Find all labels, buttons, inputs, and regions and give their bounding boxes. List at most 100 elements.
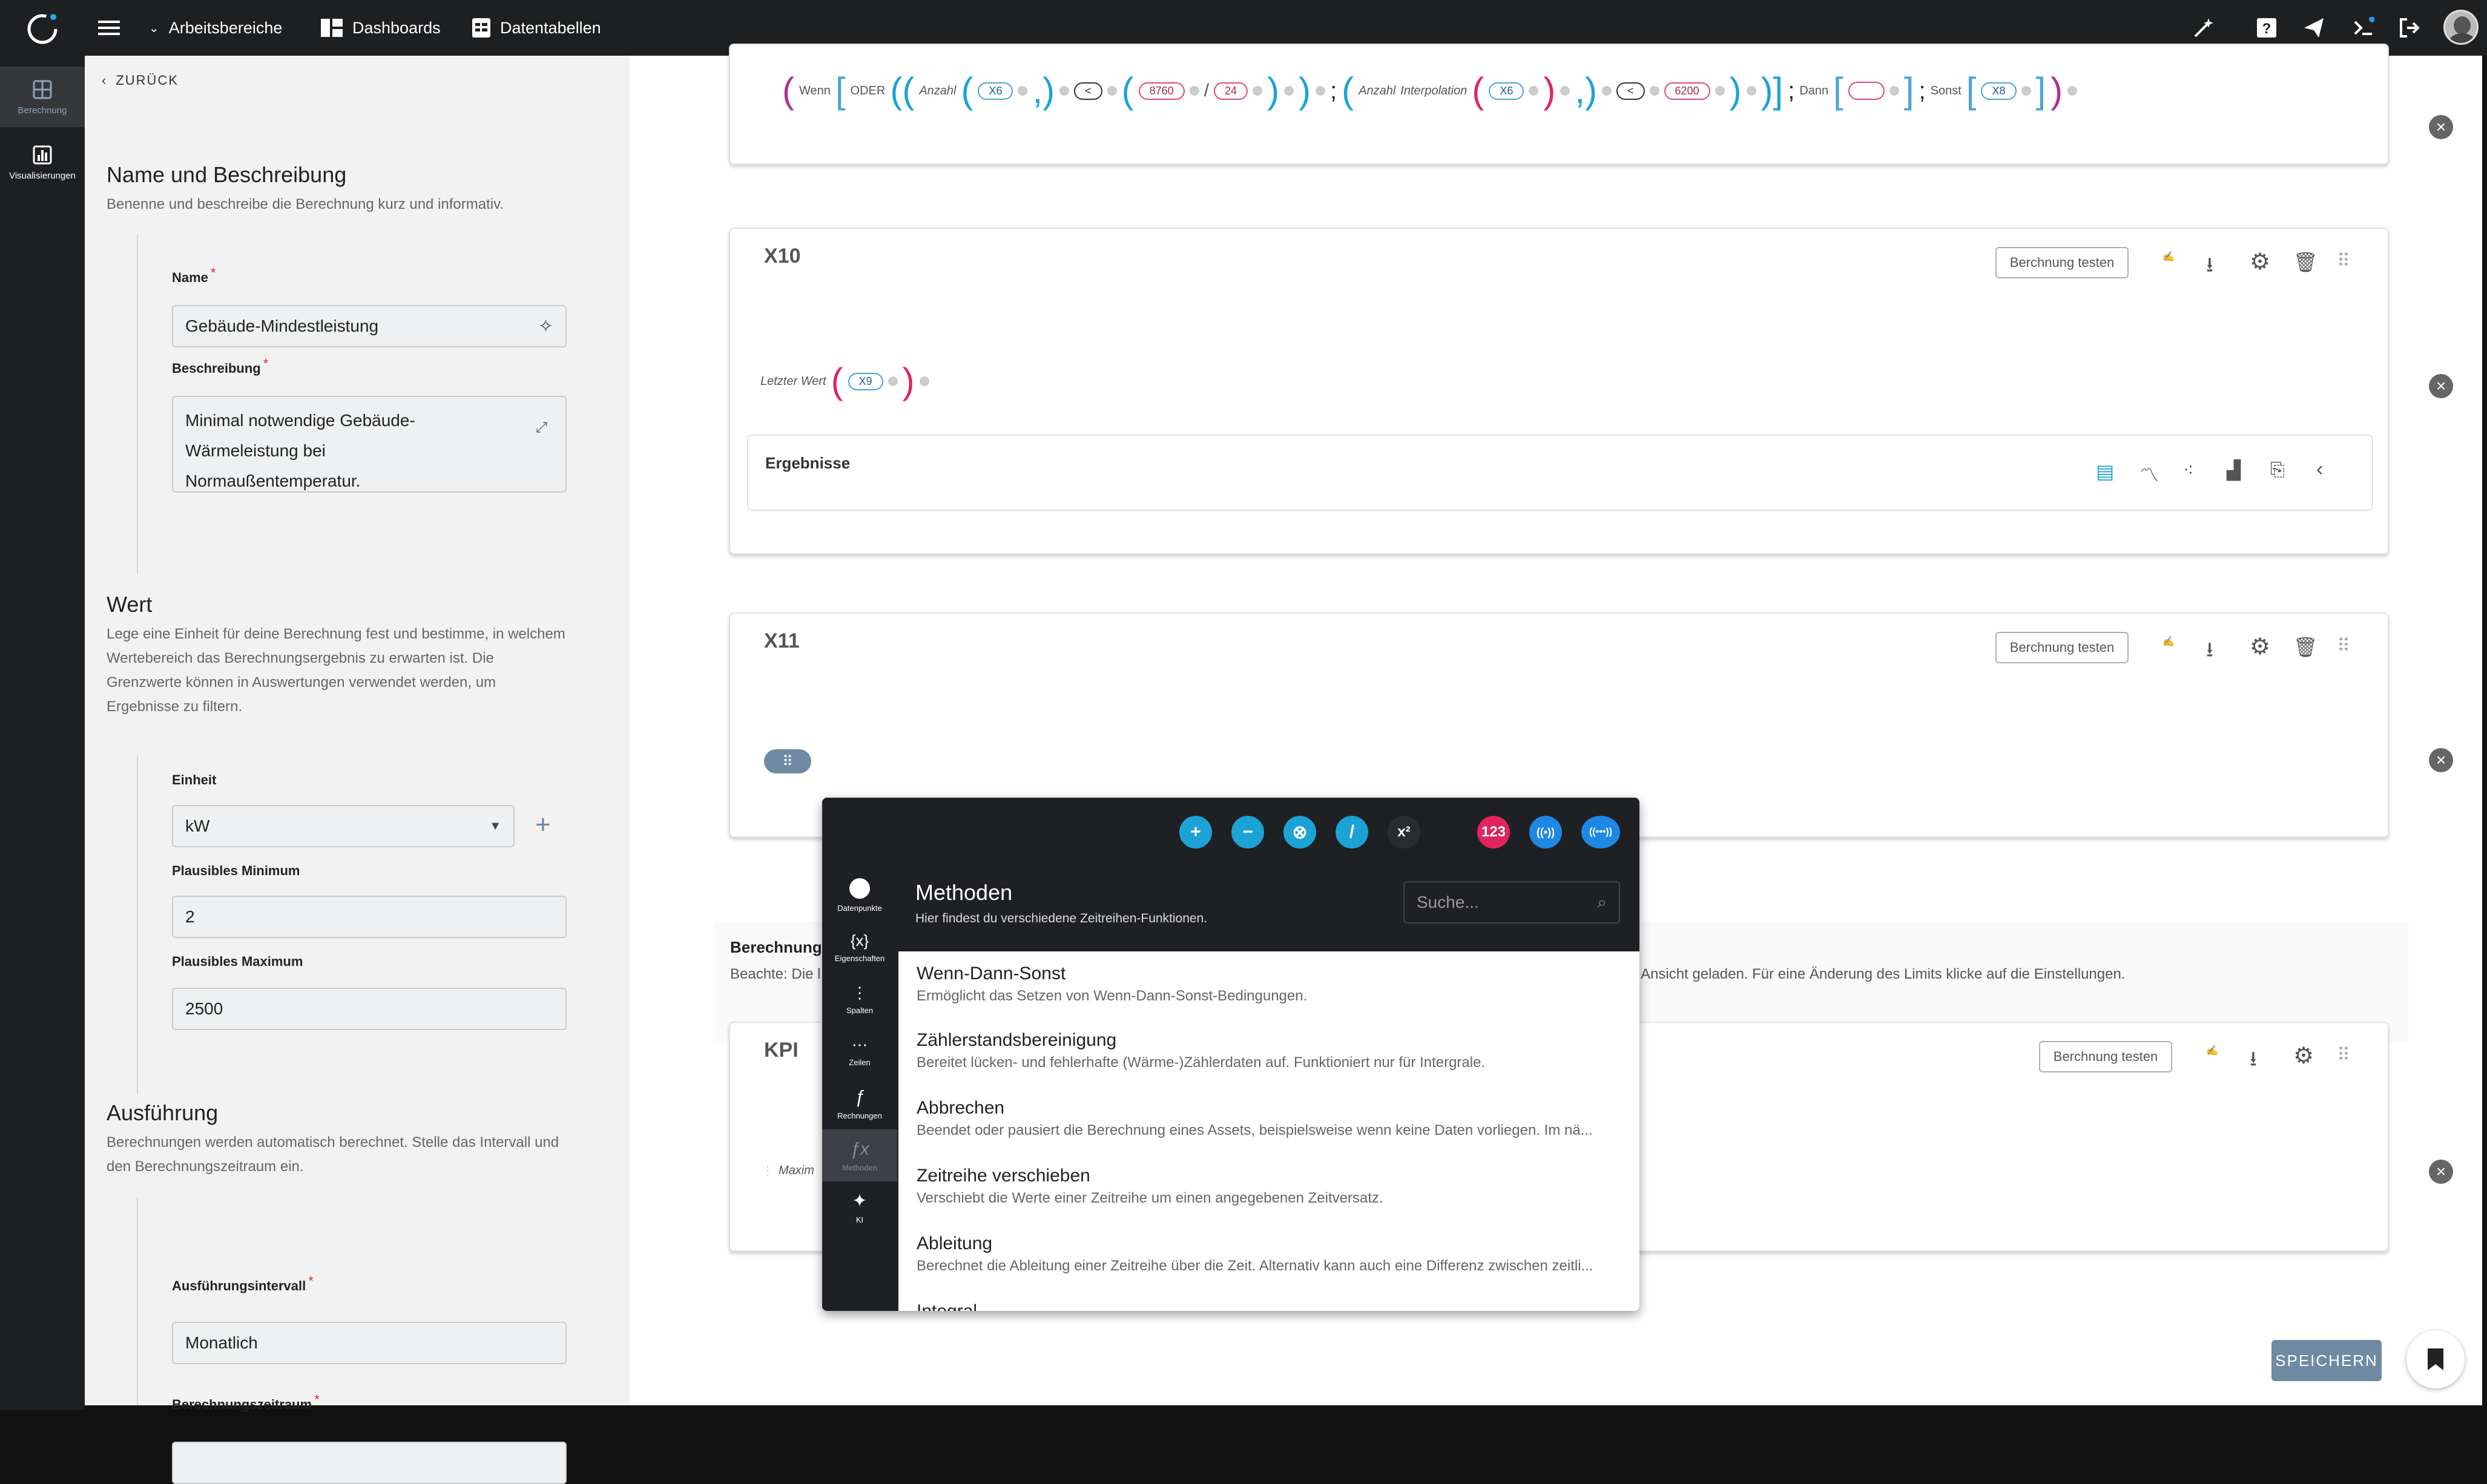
signal-button[interactable]: ((•)) — [1529, 816, 1562, 849]
datatables-link[interactable]: Datentabellen — [472, 0, 601, 56]
list-item[interactable]: Ableitung Berechnet die Ableitung einer … — [898, 1223, 1639, 1290]
drag-handle-icon[interactable]: ⠿ — [2337, 1045, 2361, 1069]
trash-icon[interactable]: 🗑 — [2293, 251, 2318, 275]
logout-icon[interactable] — [2399, 17, 2420, 39]
bar-chart-icon[interactable]: ▟ — [2227, 460, 2251, 484]
test-calculation-button[interactable]: Berchnung testen — [1995, 632, 2129, 663]
drag-handle-icon[interactable]: ⠿ — [2337, 251, 2361, 275]
formula-pill[interactable]: X6 — [1489, 82, 1524, 100]
datapoint-icon — [849, 878, 870, 899]
sparkle-icon[interactable]: ✧ — [538, 316, 553, 337]
remove-icon[interactable]: × — [2429, 1160, 2453, 1184]
description-field[interactable]: Minimal notwendige Gebäude- Wärmeleistun… — [172, 396, 567, 493]
trash-icon[interactable]: 🗑 — [2293, 635, 2318, 660]
rail-item-visualisierungen[interactable]: Visualisierungen — [0, 132, 85, 192]
popup-rail-eigenschaften[interactable]: {x} Eigenschaften — [822, 921, 897, 973]
min-field[interactable]: 2 — [172, 896, 567, 938]
formula-pill[interactable]: < — [1074, 82, 1102, 100]
remove-icon[interactable]: × — [2429, 748, 2453, 772]
gear-icon[interactable]: ⚙ — [2293, 1042, 2317, 1069]
rail-item-berechnung[interactable]: Berechnung — [0, 67, 85, 127]
menu-button[interactable] — [98, 0, 120, 56]
app-logo-icon[interactable] — [23, 8, 62, 47]
test-calculation-button[interactable]: Berchnung testen — [1995, 247, 2129, 278]
workspaces-label: Arbeitsbereiche — [168, 18, 283, 37]
popup-rail-ki[interactable]: ✦ KI — [822, 1181, 897, 1233]
expand-icon[interactable]: ⤢ — [536, 413, 547, 443]
formula-pill[interactable]: < — [1616, 82, 1645, 100]
help-icon[interactable]: ? — [2256, 17, 2278, 39]
list-item[interactable]: Wenn-Dann-Sonst Ermöglicht das Setzen vo… — [898, 951, 1639, 1019]
export-icon[interactable]: ⎘ — [2270, 460, 2294, 484]
formula-pill[interactable]: X9 — [848, 372, 883, 390]
formula-token: ; — [1330, 77, 1337, 104]
item-description: Bereitet lücken- und fehlerhafte (Wärme-… — [917, 1054, 1486, 1071]
workspaces-menu[interactable]: ⌄ Arbeitsbereiche — [149, 0, 282, 56]
terminal-icon[interactable] — [2353, 17, 2374, 39]
table-icon — [472, 18, 490, 38]
add-unit-button[interactable]: + — [535, 810, 551, 840]
name-label: Name * — [172, 265, 216, 285]
gear-icon[interactable]: ⚙ — [2250, 633, 2274, 660]
name-field[interactable]: Gebäude-Mindestleistung ✧ — [172, 305, 567, 347]
divider — [137, 1197, 138, 1405]
empty-slot[interactable] — [1848, 82, 1885, 100]
list-item[interactable]: Integral — [898, 1290, 1639, 1311]
magic-wand-icon[interactable] — [2193, 17, 2215, 39]
list-item[interactable]: Abbrechen Beendet oder pausiert die Bere… — [898, 1087, 1639, 1155]
multiply-button[interactable]: ⊗ — [1283, 816, 1316, 849]
popup-rail-datenpunkte[interactable]: Datenpunkte — [822, 869, 897, 921]
calc-card-x10: X10 Berchnung testen ✍ ⭳ ⚙ 🗑 ⠿ Letzter W… — [729, 228, 2453, 554]
popup-rail-zeilen[interactable]: ⋯ Zeilen — [822, 1025, 897, 1077]
multi-signal-button[interactable]: ((•••)) — [1581, 816, 1620, 849]
plus-button[interactable]: + — [1179, 816, 1212, 849]
download-icon[interactable]: ⭳ — [2250, 1045, 2274, 1071]
comment-icon[interactable]: ✍ — [2206, 1045, 2230, 1069]
download-icon[interactable]: ⭳ — [2206, 251, 2230, 277]
download-icon[interactable]: ⭳ — [2206, 635, 2230, 662]
number-button[interactable]: 123 — [1477, 816, 1510, 849]
search-input[interactable]: Suche... ⌕ — [1403, 881, 1620, 924]
popup-rail-rechnungen[interactable]: ƒ Rechnungen — [822, 1077, 897, 1129]
gear-icon[interactable]: ⚙ — [2250, 248, 2274, 275]
remove-icon[interactable]: × — [2429, 374, 2453, 398]
popup-rail-methoden[interactable]: ƒx Methoden — [822, 1129, 897, 1181]
test-calculation-button[interactable]: Berchnung testen — [2039, 1041, 2172, 1072]
max-field[interactable]: 2500 — [172, 988, 567, 1030]
section-subtitle: Wertebereich das Berechnungsergebnis zu … — [107, 650, 494, 666]
list-item[interactable]: Zählerstandsbereinigung Bereitet lücken-… — [898, 1019, 1639, 1087]
popup-rail-spalten[interactable]: ⋮ Spalten — [822, 973, 897, 1025]
formula-pill[interactable]: 24 — [1214, 82, 1248, 100]
power-button[interactable]: x² — [1388, 816, 1420, 849]
scatter-icon[interactable]: ⁖ — [2183, 460, 2207, 484]
dashboards-link[interactable]: Dashboards — [321, 0, 441, 56]
fx-icon: ƒx — [850, 1138, 869, 1159]
item-title: Abbrechen — [917, 1098, 1005, 1118]
unit-select[interactable]: kW ▼ — [172, 805, 515, 847]
send-icon[interactable] — [2303, 17, 2325, 39]
formula-pill[interactable]: 8760 — [1138, 82, 1185, 100]
comment-icon[interactable]: ✍ — [2163, 251, 2187, 275]
save-button[interactable]: SPEICHERN — [2271, 1340, 2382, 1381]
formula-pill[interactable]: X6 — [978, 82, 1013, 100]
function-icon: ƒ — [854, 1086, 865, 1107]
list-item[interactable]: Zeitreihe verschieben Verschiebt die Wer… — [898, 1155, 1639, 1223]
collapse-icon[interactable]: ‹ — [2316, 458, 2340, 482]
formula-token: / — [1204, 80, 1210, 100]
period-field[interactable] — [172, 1442, 567, 1484]
remove-icon[interactable]: × — [2429, 115, 2453, 139]
rail-label: Zeilen — [849, 1058, 871, 1067]
minus-button[interactable]: − — [1231, 816, 1264, 849]
divide-button[interactable]: / — [1336, 816, 1368, 849]
formula-pill[interactable]: X8 — [1981, 82, 2017, 100]
drag-handle-icon[interactable]: ⠿ — [2337, 635, 2361, 660]
interval-field[interactable]: Monatlich — [172, 1322, 567, 1364]
table-view-icon[interactable]: ▤ — [2096, 460, 2120, 484]
avatar[interactable] — [2443, 10, 2479, 45]
line-chart-icon[interactable]: 〽 — [2139, 460, 2164, 486]
comment-icon[interactable]: ✍ — [2163, 635, 2187, 660]
bookmark-button[interactable] — [2406, 1330, 2465, 1388]
back-button[interactable]: ‹ ZURÜCK — [102, 73, 179, 88]
formula-pill[interactable]: 6200 — [1664, 82, 1710, 100]
grid-keypad-button[interactable]: ⠿ — [764, 749, 811, 773]
